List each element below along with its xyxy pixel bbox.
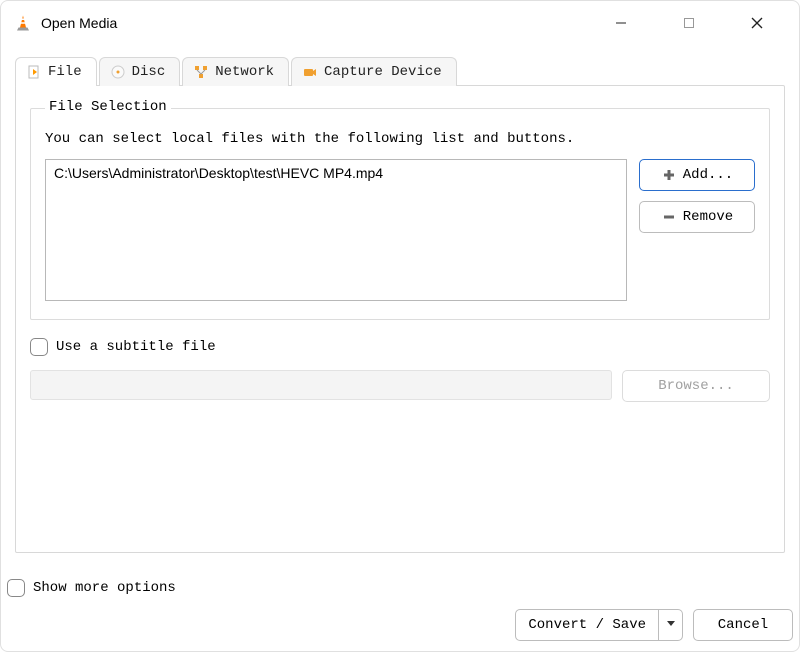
network-icon bbox=[193, 64, 209, 80]
more-options-row: Show more options bbox=[7, 567, 793, 609]
titlebar: Open Media bbox=[1, 1, 799, 45]
file-selection-legend: File Selection bbox=[45, 99, 171, 115]
tab-label: Network bbox=[215, 64, 274, 80]
subtitle-checkbox-row: Use a subtitle file bbox=[30, 338, 770, 356]
subtitle-checkbox-label: Use a subtitle file bbox=[56, 339, 216, 355]
tab-panel-file: File Selection You can select local file… bbox=[15, 85, 785, 553]
tab-disc[interactable]: Disc bbox=[99, 57, 181, 86]
cancel-button[interactable]: Cancel bbox=[693, 609, 793, 641]
convert-save-label: Convert / Save bbox=[528, 617, 646, 633]
file-selection-help: You can select local files with the foll… bbox=[45, 131, 755, 147]
remove-button[interactable]: Remove bbox=[639, 201, 755, 233]
tab-label: Disc bbox=[132, 64, 166, 80]
show-more-options-checkbox[interactable] bbox=[7, 579, 25, 597]
maximize-button[interactable] bbox=[667, 7, 711, 39]
tab-bar: File Disc bbox=[15, 57, 785, 86]
open-media-dialog: Open Media bbox=[0, 0, 800, 652]
add-label: Add... bbox=[683, 167, 733, 183]
browse-label: Browse... bbox=[658, 378, 734, 394]
capture-icon bbox=[302, 64, 318, 80]
window-controls bbox=[599, 7, 787, 39]
convert-save-split-button: Convert / Save bbox=[515, 609, 683, 641]
subtitle-path-field bbox=[30, 370, 612, 400]
subtitle-browse-row: Browse... bbox=[30, 370, 770, 402]
cancel-label: Cancel bbox=[718, 617, 768, 633]
subtitle-checkbox[interactable] bbox=[30, 338, 48, 356]
tab-file[interactable]: File bbox=[15, 57, 97, 86]
remove-label: Remove bbox=[683, 209, 733, 225]
browse-button: Browse... bbox=[622, 370, 770, 402]
minimize-button[interactable] bbox=[599, 7, 643, 39]
file-item[interactable]: C:\Users\Administrator\Desktop\test\HEVC… bbox=[52, 164, 620, 182]
convert-save-button[interactable]: Convert / Save bbox=[515, 609, 659, 641]
window-title: Open Media bbox=[41, 15, 117, 31]
convert-save-dropdown[interactable] bbox=[659, 609, 683, 641]
tab-label: Capture Device bbox=[324, 64, 442, 80]
file-selection-group: File Selection You can select local file… bbox=[30, 108, 770, 320]
add-button[interactable]: Add... bbox=[639, 159, 755, 191]
file-icon bbox=[26, 64, 42, 80]
tab-capture-device[interactable]: Capture Device bbox=[291, 57, 457, 86]
tab-label: File bbox=[48, 64, 82, 80]
file-list[interactable]: C:\Users\Administrator\Desktop\test\HEVC… bbox=[45, 159, 627, 301]
disc-icon bbox=[110, 64, 126, 80]
vlc-icon bbox=[13, 13, 33, 33]
footer-buttons: Convert / Save Cancel bbox=[7, 609, 793, 651]
tab-network[interactable]: Network bbox=[182, 57, 289, 86]
plus-icon bbox=[661, 167, 677, 183]
chevron-down-icon bbox=[666, 617, 676, 633]
content-area: File Disc bbox=[1, 45, 799, 561]
close-button[interactable] bbox=[735, 7, 779, 39]
show-more-options-label: Show more options bbox=[33, 580, 176, 596]
minus-icon bbox=[661, 209, 677, 225]
bottom-area: Show more options Convert / Save Cancel bbox=[1, 561, 799, 651]
